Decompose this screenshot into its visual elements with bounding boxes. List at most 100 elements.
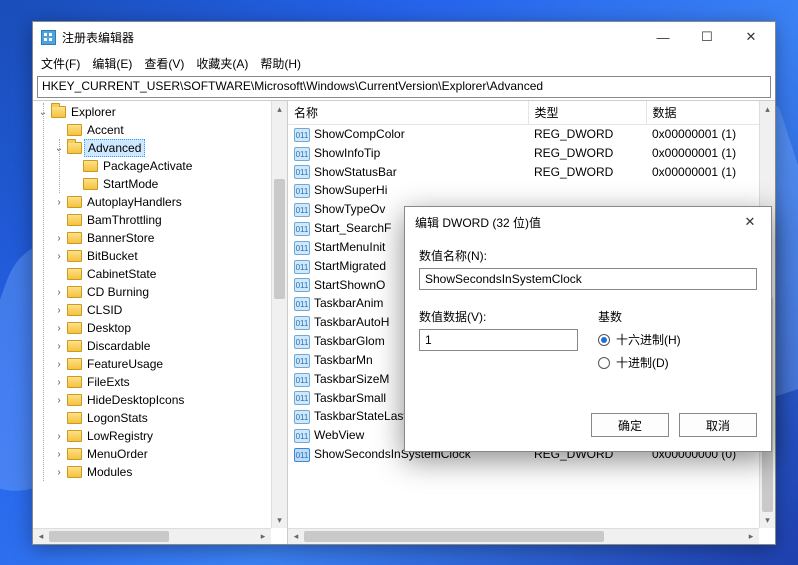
table-row[interactable]: 011ShowStatusBarREG_DWORD0x00000001 (1) — [288, 163, 775, 182]
value-type: REG_DWORD — [528, 163, 646, 182]
tree-scrollbar-v[interactable]: ▴ ▾ — [271, 101, 287, 528]
value-data-field[interactable] — [419, 329, 578, 351]
folder-icon — [67, 268, 82, 280]
cancel-button[interactable]: 取消 — [679, 413, 757, 437]
folder-icon — [83, 178, 98, 190]
value-data: 0x00000001 (1) — [646, 125, 775, 144]
expand-icon[interactable]: › — [53, 395, 65, 406]
table-row[interactable]: 011ShowInfoTipREG_DWORD0x00000001 (1) — [288, 144, 775, 163]
tree-scrollbar-h[interactable]: ◂ ▸ — [33, 528, 271, 544]
value-name-field[interactable] — [419, 268, 757, 290]
scroll-right-icon[interactable]: ▸ — [743, 529, 759, 544]
folder-icon — [67, 466, 82, 478]
menu-help[interactable]: 帮助(H) — [260, 55, 301, 72]
expand-icon[interactable]: › — [53, 251, 65, 262]
expand-icon[interactable]: › — [53, 197, 65, 208]
radio-dec[interactable]: 十进制(D) — [598, 354, 757, 371]
scroll-thumb[interactable] — [304, 531, 604, 542]
minimize-button[interactable]: — — [641, 23, 685, 51]
tree-item-discardable[interactable]: ›Discardable — [53, 337, 287, 355]
address-bar[interactable]: HKEY_CURRENT_USER\SOFTWARE\Microsoft\Win… — [37, 76, 771, 98]
dword-icon: 011 — [294, 429, 310, 443]
maximize-button[interactable]: ☐ — [685, 23, 729, 51]
scroll-left-icon[interactable]: ◂ — [288, 529, 304, 544]
folder-icon — [67, 448, 82, 460]
expand-icon[interactable]: › — [53, 449, 65, 460]
folder-icon — [67, 124, 82, 136]
tree-item-bannerstore[interactable]: ›BannerStore — [53, 229, 287, 247]
expand-icon[interactable]: › — [53, 305, 65, 316]
expand-icon[interactable]: › — [53, 233, 65, 244]
menu-view[interactable]: 查看(V) — [144, 55, 184, 72]
expand-icon[interactable]: › — [53, 323, 65, 334]
titlebar[interactable]: 注册表编辑器 — ☐ ✕ — [33, 22, 775, 52]
tree-item-clsid[interactable]: ›CLSID — [53, 301, 287, 319]
scroll-thumb[interactable] — [49, 531, 169, 542]
tree-item-cdburning[interactable]: ›CD Burning — [53, 283, 287, 301]
scroll-left-icon[interactable]: ◂ — [33, 529, 49, 544]
expand-icon[interactable]: › — [53, 341, 65, 352]
scroll-down-icon[interactable]: ▾ — [760, 512, 775, 528]
tree-item-bitbucket[interactable]: ›BitBucket — [53, 247, 287, 265]
folder-icon — [67, 232, 82, 244]
expand-icon[interactable]: › — [53, 377, 65, 388]
table-header-row: 名称 类型 数据 — [288, 101, 775, 125]
tree-item-lowregistry[interactable]: ›LowRegistry — [53, 427, 287, 445]
tree-item-accent[interactable]: Accent — [53, 121, 287, 139]
close-button[interactable]: ✕ — [729, 23, 773, 51]
tree-item-cabinetstate[interactable]: CabinetState — [53, 265, 287, 283]
value-name: TaskbarAnim — [314, 296, 383, 310]
tree-item-explorer[interactable]: ⌄ Explorer — [37, 103, 287, 121]
tree-item-packageactivate[interactable]: PackageActivate — [69, 157, 287, 175]
scroll-up-icon[interactable]: ▴ — [272, 101, 287, 117]
radio-icon — [598, 357, 610, 369]
tree-item-advanced[interactable]: ⌄ Advanced — [53, 139, 287, 157]
radio-hex[interactable]: 十六进制(H) — [598, 331, 757, 348]
dword-icon: 011 — [294, 448, 310, 462]
tree-item-startmode[interactable]: StartMode — [69, 175, 287, 193]
scroll-down-icon[interactable]: ▾ — [272, 512, 287, 528]
expand-icon[interactable]: › — [53, 359, 65, 370]
col-data[interactable]: 数据 — [646, 101, 775, 125]
tree-item-autoplayhandlers[interactable]: ›AutoplayHandlers — [53, 193, 287, 211]
menu-file[interactable]: 文件(F) — [41, 55, 80, 72]
scroll-thumb[interactable] — [274, 179, 285, 299]
folder-icon — [83, 160, 98, 172]
menu-edit[interactable]: 编辑(E) — [92, 55, 132, 72]
dialog-titlebar[interactable]: 编辑 DWORD (32 位)值 ✕ — [405, 207, 771, 237]
folder-icon — [67, 340, 82, 352]
tree-item-modules[interactable]: ›Modules — [53, 463, 287, 481]
folder-icon — [67, 304, 82, 316]
radio-dec-label: 十进制(D) — [616, 354, 669, 371]
col-type[interactable]: 类型 — [528, 101, 646, 125]
table-row[interactable]: 011ShowCompColorREG_DWORD0x00000001 (1) — [288, 125, 775, 144]
tree-item-logonstats[interactable]: LogonStats — [53, 409, 287, 427]
folder-icon — [67, 196, 82, 208]
collapse-icon[interactable]: ⌄ — [37, 107, 49, 118]
table-row[interactable]: 011ShowSuperHi — [288, 181, 775, 200]
expand-icon[interactable]: › — [53, 467, 65, 478]
scroll-up-icon[interactable]: ▴ — [760, 101, 775, 117]
folder-icon — [67, 250, 82, 262]
tree-item-menuorder[interactable]: ›MenuOrder — [53, 445, 287, 463]
tree-item-desktop[interactable]: ›Desktop — [53, 319, 287, 337]
tree-item-featureusage[interactable]: ›FeatureUsage — [53, 355, 287, 373]
ok-button[interactable]: 确定 — [591, 413, 669, 437]
list-scrollbar-h[interactable]: ◂ ▸ — [288, 528, 759, 544]
tree-item-hidedesktopicons[interactable]: ›HideDesktopIcons — [53, 391, 287, 409]
collapse-icon[interactable]: ⌄ — [53, 143, 65, 154]
dword-icon: 011 — [294, 147, 310, 161]
scroll-right-icon[interactable]: ▸ — [255, 529, 271, 544]
col-name[interactable]: 名称 — [288, 101, 528, 125]
tree-pane[interactable]: ⌄ Explorer Accent ⌄ Advanced — [33, 101, 288, 544]
value-name: ShowInfoTip — [314, 146, 380, 160]
tree-item-bamthrottling[interactable]: BamThrottling — [53, 211, 287, 229]
expand-icon[interactable]: › — [53, 431, 65, 442]
value-type: REG_DWORD — [528, 125, 646, 144]
menu-fav[interactable]: 收藏夹(A) — [196, 55, 248, 72]
expand-icon[interactable]: › — [53, 287, 65, 298]
value-name: ShowTypeOv — [314, 202, 385, 216]
dialog-close-button[interactable]: ✕ — [733, 209, 767, 235]
value-name: ShowSuperHi — [314, 183, 387, 197]
tree-item-fileexts[interactable]: ›FileExts — [53, 373, 287, 391]
